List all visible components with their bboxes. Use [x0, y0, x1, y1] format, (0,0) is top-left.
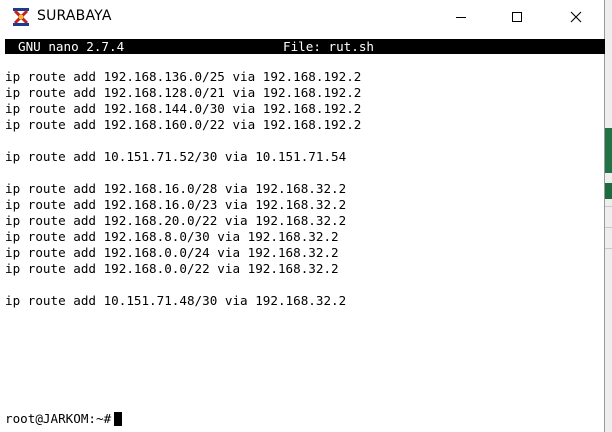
close-icon — [570, 8, 582, 27]
title-bar[interactable]: SURABAYA — [0, 0, 604, 34]
background-window-accent-secondary — [605, 183, 612, 199]
background-window-edge — [605, 0, 612, 432]
nano-version: GNU nano 2.7.4 — [18, 39, 125, 54]
file-line: ip route add 192.168.0.0/22 via 192.168.… — [5, 261, 339, 276]
maximize-button[interactable] — [494, 0, 540, 34]
terminal-area[interactable]: GNU nano 2.7.4 File: rut.sh ip route add… — [1, 34, 605, 432]
window-title: SURABAYA — [37, 8, 112, 24]
text-cursor — [114, 412, 123, 426]
shell-prompt: root@JARKOM:~# — [5, 411, 112, 426]
background-window-rule — [605, 248, 612, 249]
file-line: ip route add 10.151.71.52/30 via 10.151.… — [5, 149, 347, 164]
background-window-rule — [605, 206, 612, 207]
minimize-button[interactable] — [438, 0, 484, 34]
file-line — [5, 277, 361, 293]
putty-app-icon[interactable] — [11, 7, 31, 27]
file-line: ip route add 192.168.160.0/22 via 192.16… — [5, 117, 362, 132]
terminal-window: SURABAYA GNU nano 2.7.4 File: rut.sh ip … — [0, 0, 605, 432]
file-line: ip route add 10.151.71.48/30 via 192.168… — [5, 293, 347, 308]
nano-file-label: File: rut.sh — [283, 39, 374, 54]
maximize-icon — [511, 8, 523, 27]
background-window-rule — [605, 227, 612, 228]
minimize-icon — [455, 8, 467, 27]
file-line: ip route add 192.168.0.0/24 via 192.168.… — [5, 245, 339, 260]
file-line: ip route add 192.168.16.0/28 via 192.168… — [5, 181, 347, 196]
file-line: ip route add 192.168.144.0/30 via 192.16… — [5, 101, 362, 116]
close-button[interactable] — [553, 0, 599, 34]
shell-prompt-line[interactable]: root@JARKOM:~# — [5, 411, 123, 427]
file-line: ip route add 192.168.128.0/21 via 192.16… — [5, 85, 362, 100]
file-line: ip route add 192.168.8.0/30 via 192.168.… — [5, 229, 339, 244]
file-line — [5, 165, 361, 181]
file-content[interactable]: ip route add 192.168.136.0/25 via 192.16… — [5, 69, 361, 309]
file-line: ip route add 192.168.20.0/22 via 192.168… — [5, 213, 347, 228]
file-line: ip route add 192.168.136.0/25 via 192.16… — [5, 69, 362, 84]
background-window-accent — [605, 128, 612, 173]
file-line: ip route add 192.168.16.0/23 via 192.168… — [5, 197, 347, 212]
nano-header-bar: GNU nano 2.7.4 File: rut.sh — [5, 39, 605, 54]
file-line — [5, 133, 361, 149]
